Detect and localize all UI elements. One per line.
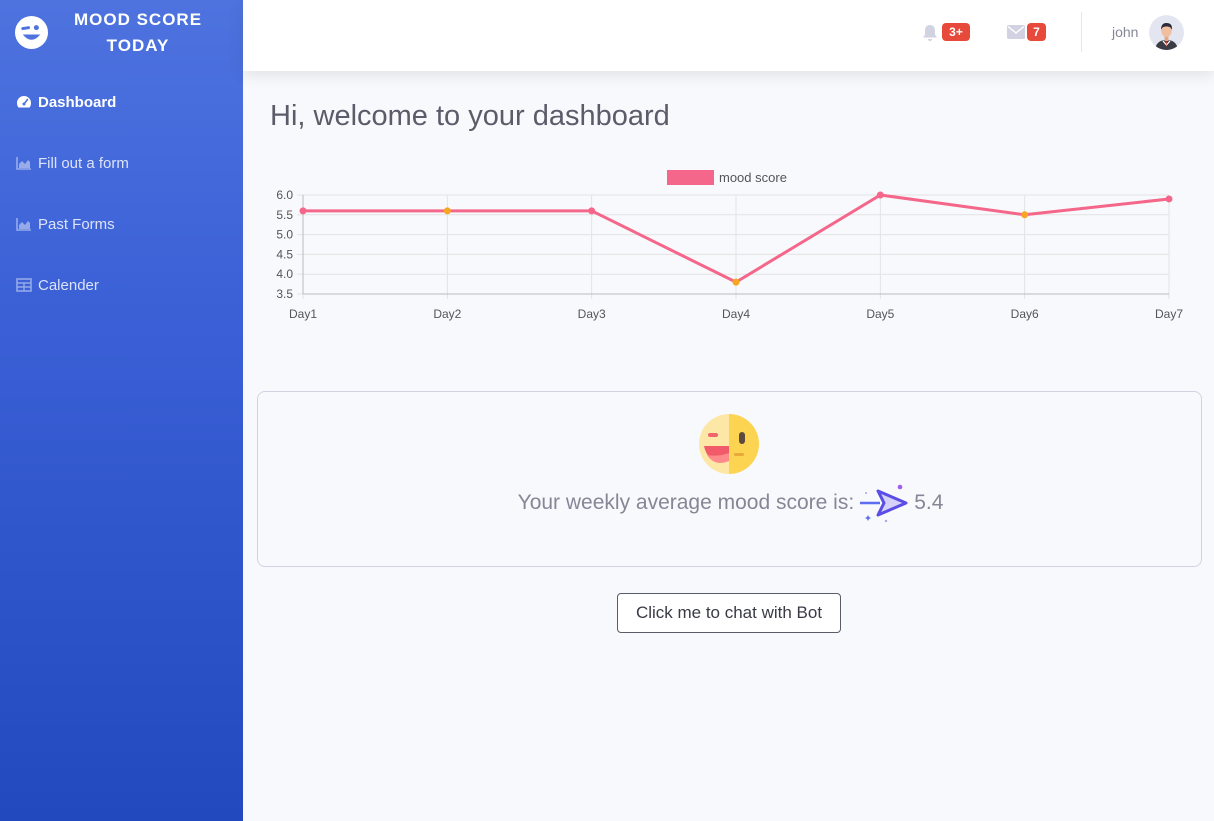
sidebar-item-label: Past Forms	[38, 215, 115, 233]
x-tick-label: Day4	[722, 307, 750, 321]
sidebar-item-label: Fill out a form	[38, 154, 129, 172]
avatar	[1149, 15, 1184, 50]
x-tick-label: Day7	[1155, 307, 1183, 321]
brand[interactable]: MOOD SCORE TODAY	[0, 0, 243, 70]
data-point	[443, 207, 451, 215]
envelope-icon	[1007, 25, 1025, 39]
sidebar: MOOD SCORE TODAY Dashboard Fill out a fo…	[0, 0, 243, 821]
x-tick-label: Day5	[866, 307, 894, 321]
data-point	[1165, 195, 1173, 203]
x-tick-label: Day6	[1011, 307, 1039, 321]
sidebar-item-calender[interactable]: Calender	[16, 273, 99, 297]
mood-line-chart: 6.0 5.5 5.0 4.5 4.0 3.5 Day1 Day2 Day3 Day4 Day5 Da…	[276, 170, 1183, 321]
legend-swatch	[667, 170, 714, 185]
page-title: Hi, welcome to your dashboard	[270, 100, 670, 132]
wink-face-icon	[14, 15, 49, 50]
y-tick-label: 3.5	[276, 287, 293, 301]
chat-bot-button[interactable]: Click me to chat with Bot	[617, 593, 841, 633]
y-tick-label: 4.0	[276, 267, 293, 281]
legend-label: mood score	[719, 170, 787, 185]
y-tick-label: 6.0	[276, 188, 293, 202]
topbar-divider	[1081, 12, 1082, 52]
table-icon	[16, 278, 32, 292]
sidebar-item-dashboard[interactable]: Dashboard	[16, 90, 116, 114]
y-tick-label: 4.5	[276, 247, 293, 261]
data-point	[1021, 211, 1029, 219]
average-value: 5.4	[914, 491, 944, 514]
username: john	[1112, 24, 1139, 40]
area-chart-icon	[16, 218, 31, 231]
y-tick-label: 5.0	[276, 228, 293, 242]
x-tick-label: Day1	[289, 307, 317, 321]
tachometer-icon	[16, 96, 32, 108]
x-tick-label: Day2	[433, 307, 461, 321]
average-row: Your weekly average mood score is: 5.4	[258, 484, 1203, 523]
y-tick-label: 5.5	[276, 208, 293, 222]
x-tick-label: Day3	[578, 307, 606, 321]
average-label: Your weekly average mood score is:	[517, 491, 855, 514]
sidebar-item-fill-form[interactable]: Fill out a form	[16, 151, 129, 175]
sidebar-item-label: Dashboard	[38, 93, 117, 111]
alerts-badge: 3+	[942, 23, 970, 41]
send-arrow-icon	[860, 484, 908, 523]
sidebar-item-label: Calender	[38, 276, 99, 294]
sidebar-item-past-forms[interactable]: Past Forms	[16, 212, 115, 236]
brand-title: MOOD SCORE TODAY	[73, 10, 203, 55]
data-point	[588, 207, 596, 215]
data-point	[732, 278, 740, 286]
average-card: Your weekly average mood score is: 5.4	[257, 391, 1202, 567]
area-chart-icon	[16, 157, 31, 170]
data-point	[876, 191, 884, 199]
messages-badge: 7	[1027, 23, 1046, 41]
bell-icon	[923, 25, 937, 41]
topbar: 3+ 7 john	[243, 0, 1214, 71]
half-face-icon	[699, 414, 759, 474]
data-point	[299, 207, 307, 215]
